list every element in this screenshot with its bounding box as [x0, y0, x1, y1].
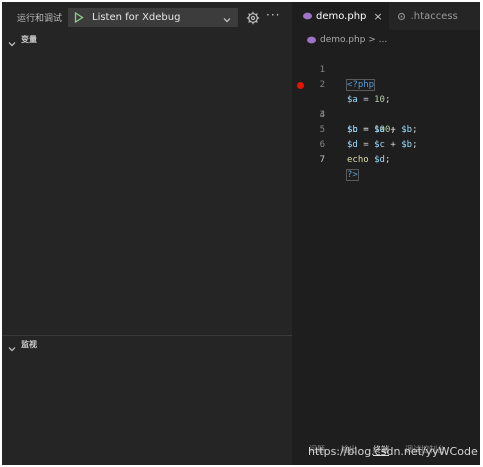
tab-label: demo.php [316, 10, 367, 22]
breakpoint-icon[interactable] [297, 82, 304, 89]
watch-section-header[interactable]: 监视 [2, 335, 292, 352]
breadcrumb-text: demo.php > ... [320, 35, 388, 45]
variables-section-header[interactable]: 变量 [2, 31, 292, 47]
watch-label: 监视 [21, 339, 37, 349]
php-file-icon [307, 36, 316, 44]
code-editor[interactable]: 1 <?php 2 $a = 10; 3 $b = 100; 4 $c = $a… [293, 48, 480, 181]
run-debug-title: 运行和调试 [17, 13, 63, 24]
chevron-down-icon [7, 339, 17, 352]
debug-config-label: Listen for Xdebug [92, 12, 181, 23]
code-line[interactable]: 7 ?> [293, 138, 480, 181]
gear-icon[interactable] [246, 10, 260, 25]
chevron-down-icon [7, 34, 17, 47]
variables-label: 变量 [21, 34, 37, 44]
tab-htaccess[interactable]: .htaccess [389, 2, 466, 30]
editor-tabs: demo.php × .htaccess [293, 2, 480, 30]
watermark: https://blog.csdn.net/yyWCode [308, 445, 478, 458]
start-debugging-icon[interactable] [74, 11, 86, 25]
php-file-icon [303, 12, 312, 20]
line-number: 7 [319, 155, 325, 165]
breadcrumb[interactable]: demo.php > ... [307, 33, 387, 47]
close-icon[interactable]: × [373, 10, 382, 23]
more-actions-icon[interactable]: ··· [266, 8, 280, 22]
code-text: echo $d; [347, 155, 391, 165]
debug-config-dropdown[interactable]: Listen for Xdebug [68, 8, 238, 27]
code-line[interactable]: 6 echo $d; [293, 123, 480, 165]
tab-label: .htaccess [410, 10, 458, 22]
vscode-window: 运行和调试 Listen for Xdebug ··· 变量 监视 demo.p… [2, 2, 480, 465]
code-line[interactable]: 5 $d = $c + $b; [293, 108, 480, 150]
chevron-down-icon [222, 11, 232, 23]
run-debug-view: 运行和调试 Listen for Xdebug ··· 变量 监视 [2, 2, 293, 465]
code-line[interactable]: 2 $a = 10; [293, 63, 480, 105]
config-file-icon [397, 12, 406, 21]
code-line[interactable]: 3 $b = 100; [293, 78, 480, 135]
code-line[interactable]: 1 <?php [293, 48, 480, 91]
code-text: ?> [346, 169, 359, 181]
editor-area: demo.php × .htaccess demo.php > ... 1 <?… [293, 2, 480, 465]
code-line[interactable]: 4 $c = $a + $b; [293, 93, 480, 135]
tab-demo-php[interactable]: demo.php × [293, 2, 389, 30]
